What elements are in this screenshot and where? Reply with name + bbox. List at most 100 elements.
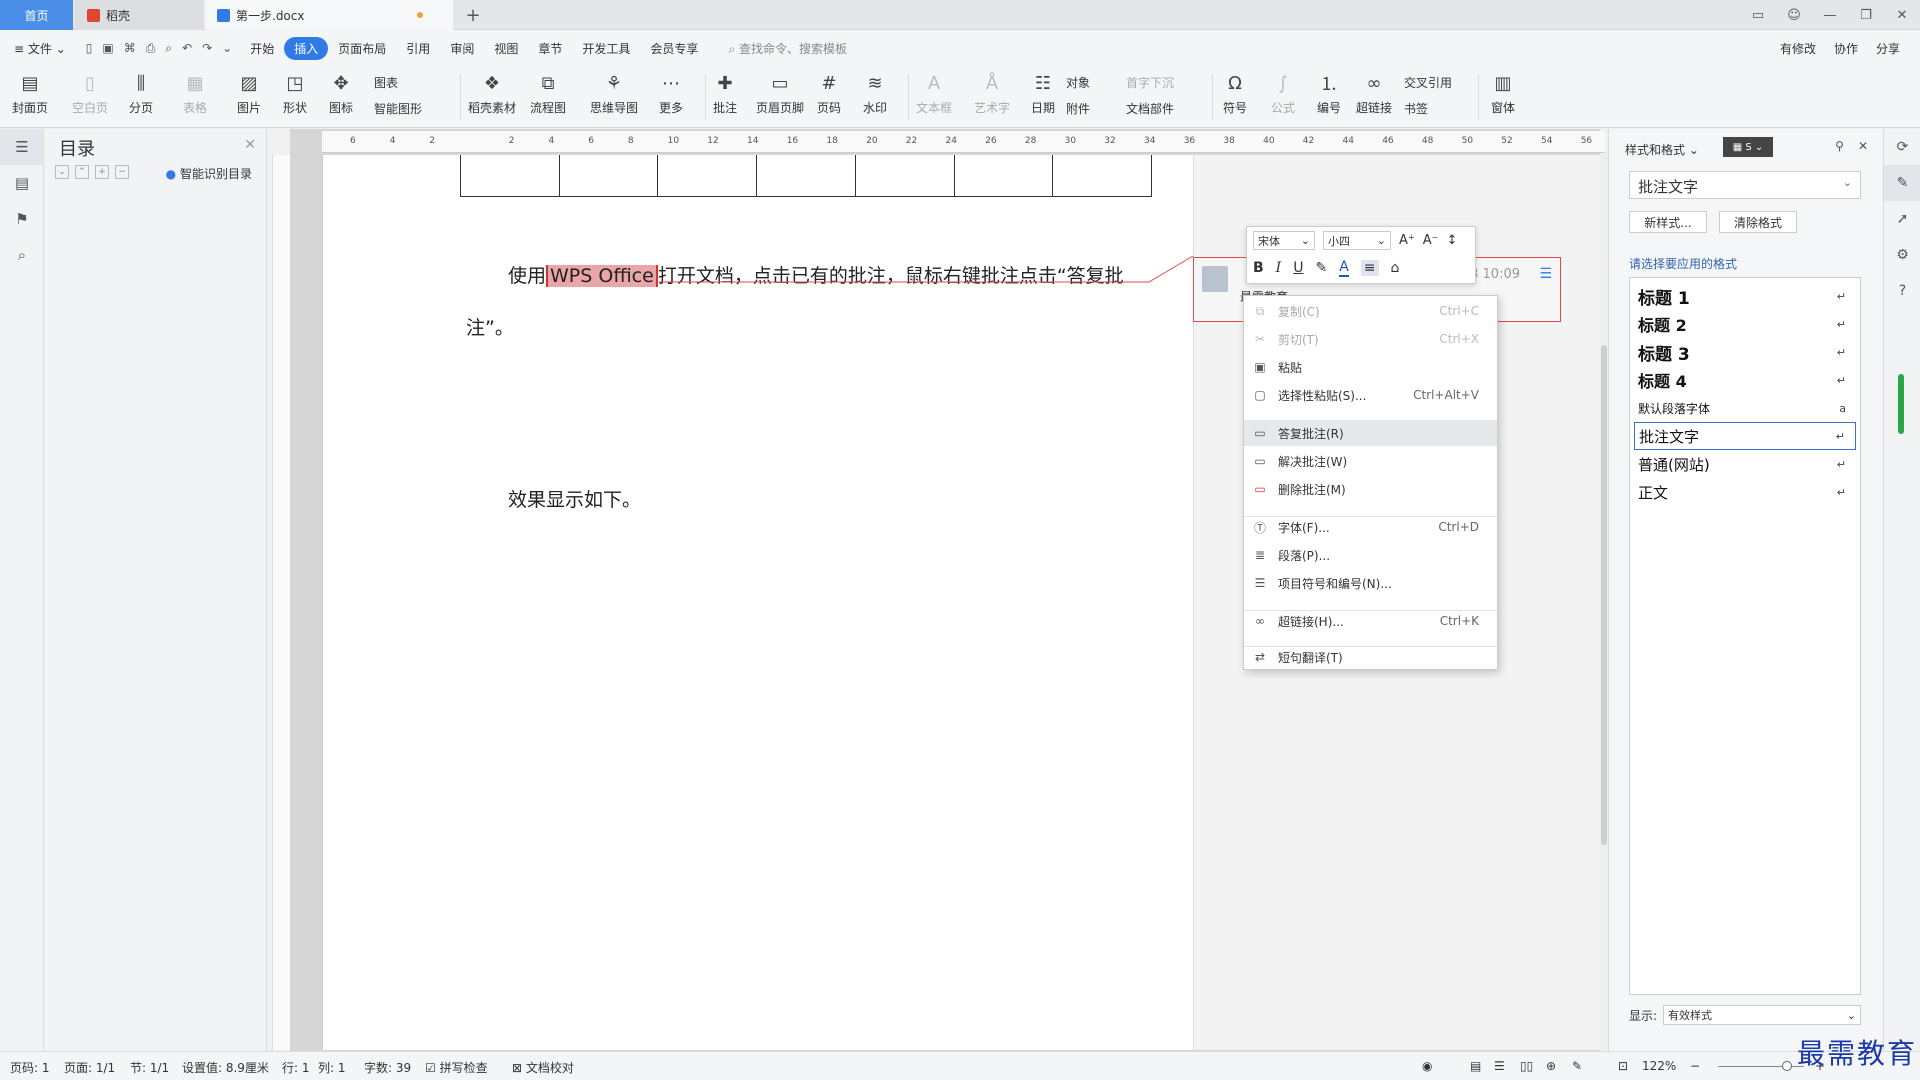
- status-page[interactable]: 页码: 1: [10, 1059, 50, 1076]
- avatar[interactable]: ☺: [1776, 8, 1812, 23]
- ribbon-small-button[interactable]: 文档部件: [1126, 100, 1174, 117]
- menu-tab-4[interactable]: 审阅: [450, 40, 474, 57]
- status-words[interactable]: 字数: 39: [364, 1059, 411, 1076]
- menu-tab-6[interactable]: 章节: [538, 40, 562, 57]
- new-tab-button[interactable]: +: [462, 0, 484, 30]
- reading-view-icon[interactable]: ▯▯: [1520, 1059, 1533, 1073]
- show-select[interactable]: 有效样式 ⌄: [1663, 1005, 1862, 1025]
- restore-button[interactable]: ❐: [1848, 8, 1884, 23]
- write-view-icon[interactable]: ✎: [1572, 1059, 1582, 1073]
- save-icon[interactable]: ▣: [102, 41, 113, 56]
- underline-button[interactable]: U: [1293, 260, 1303, 276]
- context-item-hyperlink[interactable]: ∞ 超链接(H)... Ctrl+K: [1244, 608, 1497, 634]
- help-icon[interactable]: ?: [1884, 273, 1920, 309]
- bold-button[interactable]: B: [1253, 260, 1264, 276]
- status-setting[interactable]: 设置值: 8.9厘米: [182, 1059, 269, 1076]
- context-item-reply-comment[interactable]: ▭ 答复批注(R): [1244, 420, 1497, 446]
- smart-toc-button[interactable]: ● 智能识别目录: [166, 165, 252, 182]
- ribbon-hyperlink-button[interactable]: ∞ 超链接: [1356, 70, 1392, 116]
- context-item-resolve-comment[interactable]: ▭ 解决批注(W): [1244, 448, 1497, 474]
- ribbon-small-button[interactable]: 首字下沉: [1126, 74, 1174, 91]
- status-section[interactable]: 节: 1/1: [130, 1059, 169, 1076]
- styles-panel-header[interactable]: 样式和格式 ⌄: [1625, 141, 1699, 158]
- ribbon-flowchart-button[interactable]: ⧉ 流程图: [530, 70, 566, 116]
- edit-status-button[interactable]: 有修改: [1780, 40, 1816, 57]
- style-item[interactable]: 默认段落字体 a: [1634, 394, 1856, 422]
- paragraph-1-line2[interactable]: 注”。: [466, 313, 514, 340]
- ribbon-header-footer-button[interactable]: ▭ 页眉页脚: [756, 70, 804, 116]
- context-item-bullets[interactable]: ☰ 项目符号和编号(N)...: [1244, 570, 1497, 596]
- ribbon-formula-button[interactable]: ∫ 公式: [1270, 70, 1296, 116]
- outline-view-icon[interactable]: ☰: [1494, 1059, 1505, 1073]
- eye-protect-icon[interactable]: ◉: [1422, 1059, 1432, 1073]
- spell-check-button[interactable]: ☑ 拼写检查: [425, 1059, 488, 1076]
- tab-daoke[interactable]: 稻壳: [75, 0, 203, 30]
- ribbon-numbering-button[interactable]: ⒈ 编号: [1316, 70, 1342, 116]
- new-style-button[interactable]: 新样式...: [1629, 211, 1707, 233]
- ribbon-small-button[interactable]: 对象: [1066, 74, 1090, 91]
- zoom-slider-handle[interactable]: [1782, 1061, 1792, 1071]
- tab-document[interactable]: 第一步.docx: [205, 0, 453, 30]
- fit-page-icon[interactable]: ⊡: [1618, 1059, 1628, 1073]
- current-style-select[interactable]: 批注文字 ⌄: [1629, 171, 1861, 199]
- style-item[interactable]: 普通(网站) ↵: [1634, 450, 1856, 478]
- format-painter-icon[interactable]: ⌘: [124, 41, 136, 56]
- grow-font-icon[interactable]: A⁺: [1399, 233, 1415, 248]
- zoom-level[interactable]: 122%: [1642, 1059, 1676, 1073]
- file-menu[interactable]: ≡ 文件 ⌄: [14, 40, 66, 57]
- scrollbar-thumb[interactable]: [1601, 345, 1607, 845]
- style-item[interactable]: 标题 2 ↵: [1634, 310, 1856, 338]
- redo-icon[interactable]: ↷: [202, 41, 212, 56]
- add-level-icon[interactable]: +: [95, 165, 109, 179]
- remove-level-icon[interactable]: −: [115, 165, 129, 179]
- collapse-icon[interactable]: ⌃: [75, 165, 89, 179]
- vertical-scrollbar[interactable]: [1600, 155, 1608, 1050]
- ribbon-symbol-button[interactable]: Ω 符号: [1222, 70, 1248, 116]
- document-page[interactable]: [322, 155, 1193, 1050]
- minimize-button[interactable]: —: [1812, 8, 1848, 23]
- page-view-icon[interactable]: ▤: [1470, 1059, 1481, 1073]
- close-icon[interactable]: ✕: [1858, 139, 1868, 153]
- vertical-ruler[interactable]: [272, 155, 290, 1050]
- toc-nav-icon[interactable]: ☰: [0, 129, 44, 165]
- menu-tab-3[interactable]: 引用: [406, 40, 430, 57]
- ribbon-date-button[interactable]: ☷ 日期: [1030, 70, 1056, 116]
- ribbon-material-button[interactable]: ❖ 稻壳素材: [468, 70, 516, 116]
- ribbon-more-button[interactable]: ⋯ 更多: [658, 70, 684, 116]
- ribbon-small-button[interactable]: 交叉引用: [1404, 74, 1452, 91]
- font-color-icon[interactable]: A: [1339, 259, 1349, 277]
- bookmark-nav-icon[interactable]: ⚑: [0, 201, 44, 237]
- ribbon-small-button[interactable]: 附件: [1066, 100, 1090, 117]
- status-pages[interactable]: 页面: 1/1: [64, 1059, 115, 1076]
- clear-format-button[interactable]: 清除格式: [1719, 211, 1797, 233]
- styles-pen-icon[interactable]: ✎: [1884, 165, 1920, 201]
- ribbon-watermark-button[interactable]: ≋ 水印: [862, 70, 888, 116]
- menu-tab-8[interactable]: 会员专享: [650, 40, 698, 57]
- collaborate-button[interactable]: 协作: [1834, 40, 1858, 57]
- status-row[interactable]: 行: 1: [282, 1059, 310, 1076]
- comment-menu-icon[interactable]: ☰: [1539, 266, 1552, 282]
- status-col[interactable]: 列: 1: [318, 1059, 346, 1076]
- share-button[interactable]: 分享: [1876, 40, 1900, 57]
- ribbon-form-button[interactable]: ▥ 窗体: [1490, 70, 1516, 116]
- ribbon-shape-button[interactable]: ◳ 形状: [282, 70, 308, 116]
- align-icon[interactable]: ≡: [1360, 260, 1379, 276]
- ribbon-small-button[interactable]: 书签: [1404, 100, 1428, 117]
- menu-tab-7[interactable]: 开发工具: [582, 40, 630, 57]
- command-search[interactable]: ⌕ 查找命令、搜索模板: [728, 40, 847, 57]
- ribbon-wordart-button[interactable]: Å 艺术字: [974, 70, 1010, 116]
- style-item[interactable]: 标题 3 ↵: [1634, 338, 1856, 366]
- ribbon-mindmap-button[interactable]: ⚘ 思维导图: [590, 70, 638, 116]
- size-select[interactable]: 小四 ⌄: [1323, 231, 1391, 250]
- ribbon-page-number-button[interactable]: # 页码: [816, 70, 842, 116]
- pin-icon[interactable]: ⚲: [1835, 139, 1844, 153]
- chevron-down-icon[interactable]: ⌄: [222, 41, 232, 56]
- line-spacing-icon[interactable]: ↕: [1447, 233, 1458, 248]
- close-icon[interactable]: ✕: [244, 137, 256, 153]
- paragraph-2[interactable]: 效果显示如下。: [508, 485, 641, 512]
- context-item-delete-comment[interactable]: ▭ 删除批注(M): [1244, 476, 1497, 502]
- sync-icon[interactable]: ⟳: [1884, 129, 1920, 165]
- context-item-cut[interactable]: ✂ 剪切(T) Ctrl+X: [1244, 326, 1497, 352]
- ribbon-textbox-button[interactable]: A 文本框: [916, 70, 952, 116]
- web-view-icon[interactable]: ⊕: [1546, 1059, 1556, 1073]
